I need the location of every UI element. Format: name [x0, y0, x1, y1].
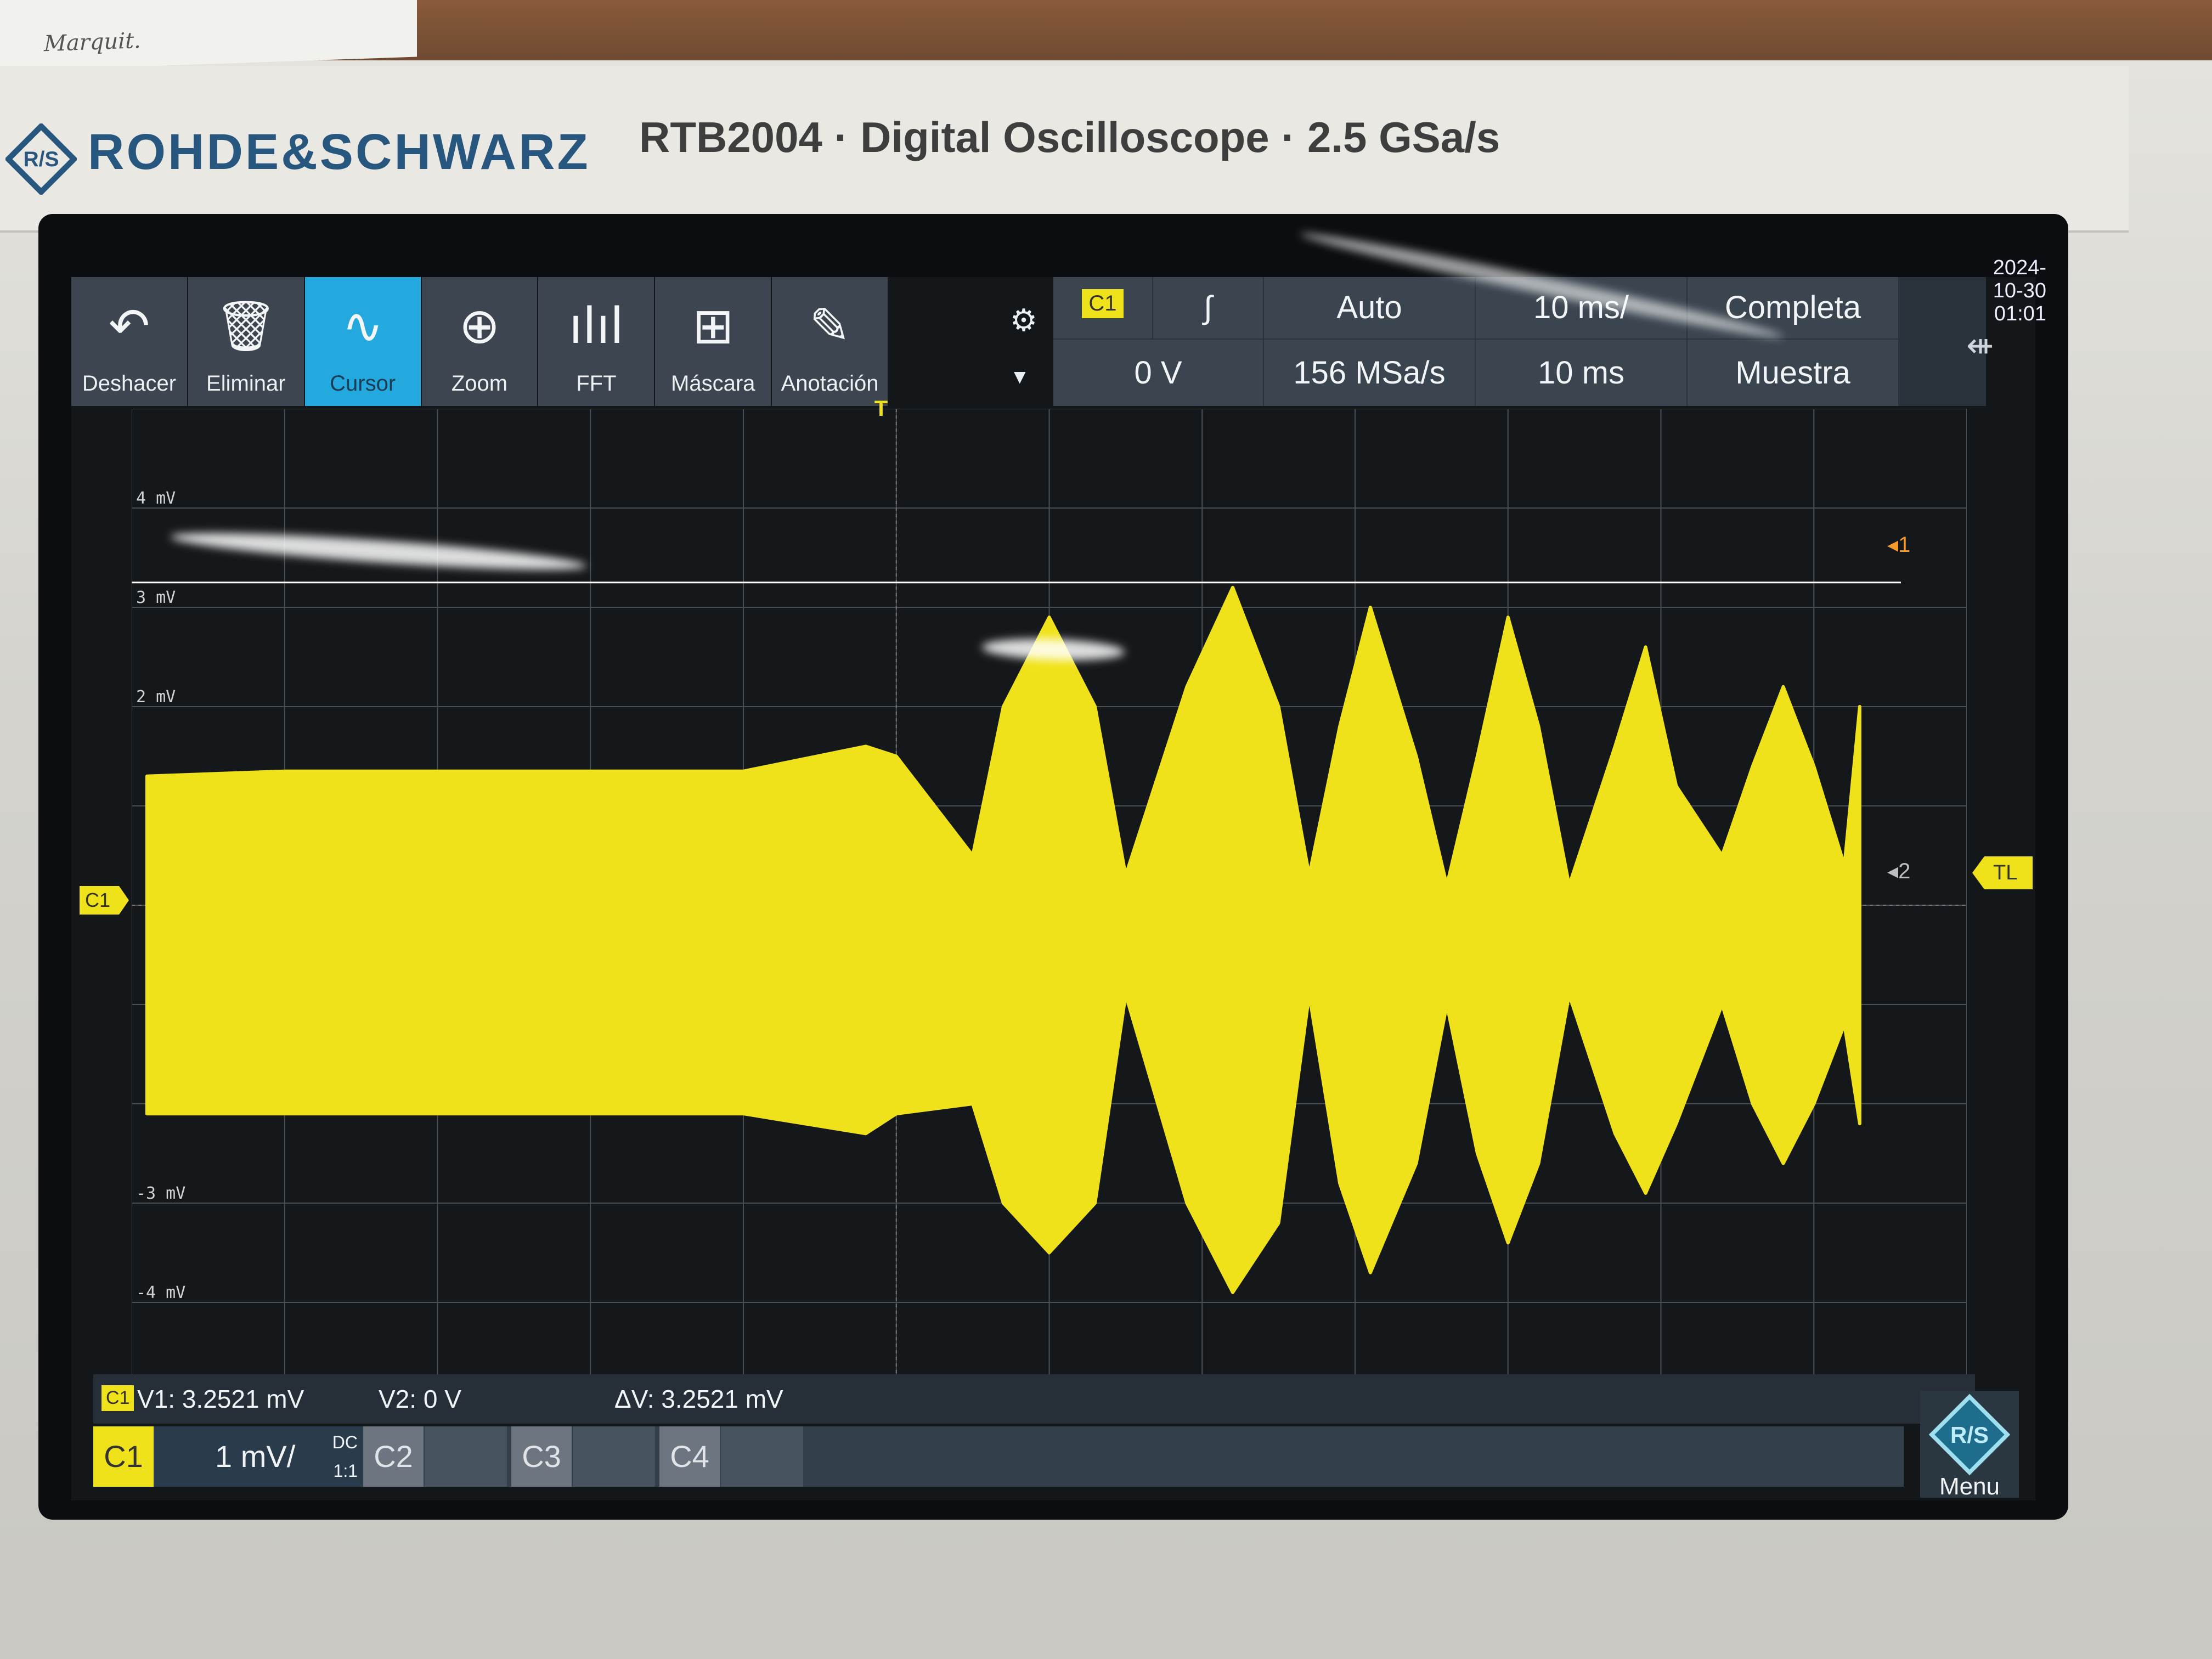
cursor-1-marker[interactable]: ◂1	[1887, 532, 1910, 557]
trigger-slope[interactable]: ∫	[1153, 277, 1263, 338]
settings-gear-icon[interactable]: ⚙	[1007, 304, 1040, 337]
channel-c4-tab[interactable]: C4	[659, 1426, 720, 1487]
toolbar-cursor-button[interactable]: ∿ Cursor	[304, 277, 421, 406]
trigger-channel-badge: C1	[1082, 289, 1124, 318]
y-tick-label: 3 mV	[136, 588, 176, 607]
y-tick-label: -3 mV	[136, 1184, 185, 1203]
channel-c1-tab[interactable]: C1	[93, 1426, 154, 1487]
toolbar: ↶ Deshacer 🗑 Eliminar ∿ Cursor ⊕ Zoom ılıl FFT ⊞ Má…	[71, 277, 889, 406]
trigger-level[interactable]: 0 V	[1053, 340, 1263, 406]
channel-c3-slot[interactable]	[573, 1426, 655, 1487]
display-mode[interactable]: Muestra	[1688, 340, 1898, 406]
trigger-position-marker[interactable]: T	[870, 397, 892, 421]
trigger-timebase-panel: C1 ∫ 0 V Auto 156 MSa/s 10 ms/ 10 ms Com…	[1053, 277, 1986, 406]
cursor-readout-bar: C1 V1: 3.2521 mV V2: 0 V ΔV: 3.2521 mV	[93, 1374, 1975, 1424]
rs-menu-icon: R/S	[1928, 1393, 2011, 1476]
channel-c3-tab[interactable]: C3	[511, 1426, 572, 1487]
ref-2-marker[interactable]: ◂2	[1887, 859, 1910, 884]
usb-icon: ⇺	[1966, 326, 1994, 365]
toolbar-label: Cursor	[330, 371, 396, 396]
chevron-down-icon[interactable]: ▼	[1014, 368, 1026, 386]
mask-icon: ⊞	[692, 297, 734, 355]
channel-marker-c1[interactable]: C1	[80, 886, 129, 915]
channel-c4-slot[interactable]	[721, 1426, 803, 1487]
date: 2024-10-30	[1993, 256, 2046, 302]
fft-icon: ılıl	[568, 297, 624, 355]
oscilloscope-screen: ↶ Deshacer 🗑 Eliminar ∿ Cursor ⊕ Zoom ılıl FFT ⊞ Má…	[71, 256, 2046, 1500]
cursor-v1: V1: 3.2521 mV	[137, 1385, 304, 1413]
undo-icon: ↶	[108, 297, 150, 355]
channel-c1-probe: 1:1	[333, 1461, 358, 1481]
toolbar-label: Anotación	[781, 371, 879, 396]
trash-icon: 🗑	[215, 297, 278, 355]
zoom-icon: ⊕	[459, 297, 500, 355]
cursor-delta-v: ΔV: 3.2521 mV	[614, 1385, 783, 1413]
svg-text:R/S: R/S	[1950, 1422, 1989, 1448]
cursor-icon: ∿	[342, 297, 383, 355]
toolbar-label: FFT	[576, 371, 617, 396]
trigger-level-marker[interactable]: TL	[1972, 856, 2033, 889]
toolbar-trash-button[interactable]: 🗑 Eliminar	[188, 277, 304, 406]
model-name: RTB2004 · Digital Oscilloscope · 2.5 GSa…	[639, 113, 1500, 161]
toolbar-undo-button[interactable]: ↶ Deshacer	[71, 277, 187, 406]
toolbar-fft-button[interactable]: ılıl FFT	[538, 277, 654, 406]
channel-c2-tab[interactable]: C2	[363, 1426, 424, 1487]
brand-name: ROHDE&SCHWARZ	[88, 124, 590, 180]
trigger-source-cell[interactable]: C1	[1053, 277, 1152, 338]
toolbar-zoom-button[interactable]: ⊕ Zoom	[421, 277, 538, 406]
menu-label: Menu	[1939, 1473, 2000, 1500]
time-offset[interactable]: 10 ms	[1476, 340, 1686, 406]
toolbar-label: Eliminar	[206, 371, 286, 396]
toolbar-pencil-button[interactable]: ✎ Anotación	[772, 277, 888, 406]
toolbar-label: Zoom	[451, 371, 508, 396]
time: 01:01	[1994, 302, 2046, 325]
trigger-mode[interactable]: Auto	[1264, 277, 1475, 338]
pencil-icon: ✎	[809, 297, 851, 355]
cursor-channel-badge: C1	[101, 1385, 134, 1411]
sample-rate: 156 MSa/s	[1264, 340, 1475, 406]
toolbar-label: Máscara	[671, 371, 755, 396]
menu-button[interactable]: R/S Menu	[1920, 1391, 2019, 1500]
cursor-v2: V2: 0 V	[379, 1385, 461, 1413]
y-tick-label: 2 mV	[136, 687, 176, 707]
channel-c2-slot[interactable]	[425, 1426, 507, 1487]
y-tick-label: 4 mV	[136, 489, 176, 508]
toolbar-mask-button[interactable]: ⊞ Máscara	[655, 277, 771, 406]
date-time: 2024-10-30 01:01	[1991, 256, 2046, 325]
acquisition-mode[interactable]: Completa	[1688, 277, 1898, 338]
channel-bar: C1 1 mV/ DC 1:1 C2 C3 C4	[93, 1426, 1904, 1487]
channel-c1-scale[interactable]: 1 mV/ DC 1:1	[155, 1426, 363, 1487]
toolbar-label: Deshacer	[82, 371, 177, 396]
note-text: Marquit.	[44, 28, 141, 57]
rs-logo-icon: R/S	[5, 123, 77, 195]
svg-text:R/S: R/S	[23, 148, 59, 171]
y-tick-label: -4 mV	[136, 1283, 185, 1302]
